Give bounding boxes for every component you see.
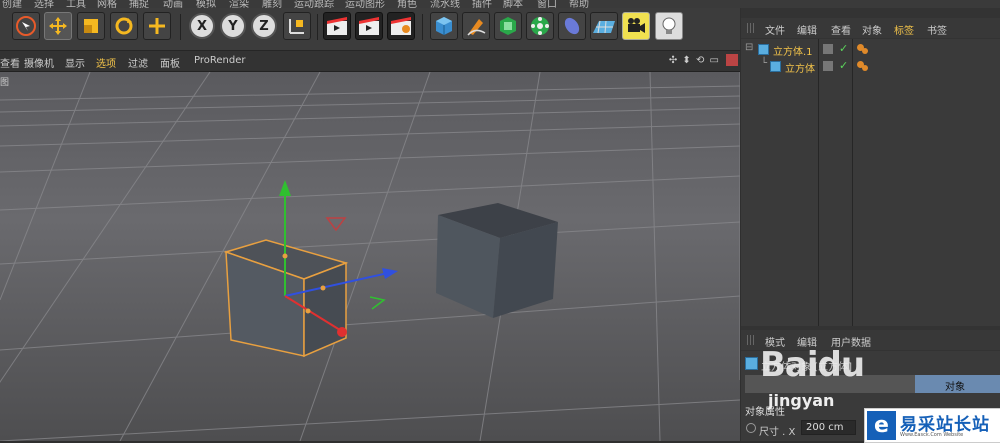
object-row-cube-1[interactable]: ⊟ 立方体.1 ✓ bbox=[741, 41, 1000, 58]
coordinate-system-icon[interactable] bbox=[283, 12, 311, 40]
object-manager-list: ⊟ 立方体.1 ✓ └ 立方体 ✓ bbox=[741, 39, 1000, 326]
tree-connector-icon: └ bbox=[761, 58, 768, 69]
transform-tool-icon[interactable] bbox=[143, 12, 171, 40]
object-name[interactable]: 立方体.1 bbox=[773, 43, 813, 58]
enabled-check-icon[interactable]: ✓ bbox=[839, 59, 848, 72]
site-url: Www.Easck.Com Website bbox=[900, 432, 964, 438]
panel-grip-icon[interactable] bbox=[747, 23, 755, 33]
vp-menu-options[interactable]: 选项 bbox=[96, 55, 116, 70]
main-menubar: 创建 选择 工具 网格 捕捉 动画 模拟 渲染 雕刻 运动跟踪 运动图形 角色 … bbox=[0, 0, 1000, 8]
cube-object-icon bbox=[770, 61, 781, 72]
x-axis-lock-button[interactable]: X bbox=[189, 13, 215, 39]
menu-select[interactable]: 选择 bbox=[34, 0, 54, 8]
menu-script[interactable]: 脚本 bbox=[503, 0, 523, 8]
vp-menu-panel[interactable]: 面板 bbox=[160, 55, 180, 70]
vp-menu-filter[interactable]: 过滤 bbox=[128, 55, 148, 70]
om-menu-tags[interactable]: 标签 bbox=[894, 22, 914, 37]
viewport-scene bbox=[0, 72, 740, 441]
cube-object-icon[interactable] bbox=[430, 12, 458, 40]
baidu-jingyan-watermark: jingyan bbox=[768, 391, 835, 410]
vp-menu-view[interactable]: 查看 bbox=[0, 55, 20, 70]
size-radio[interactable] bbox=[746, 423, 756, 433]
undo-icon[interactable] bbox=[12, 12, 40, 40]
main-toolbar: X Y Z bbox=[0, 8, 740, 51]
om-menu-view[interactable]: 查看 bbox=[831, 22, 851, 37]
menu-mograph[interactable]: 运动图形 bbox=[345, 0, 385, 8]
object-name[interactable]: 立方体 bbox=[785, 60, 815, 75]
vp-menu-cameras[interactable]: 摄像机 bbox=[24, 55, 54, 70]
viewport-maximize-icon[interactable] bbox=[726, 54, 738, 66]
perspective-viewport[interactable]: 图 bbox=[0, 72, 740, 441]
object-row-cube[interactable]: └ 立方体 ✓ bbox=[741, 58, 1000, 75]
floor-grid bbox=[0, 72, 740, 441]
move-tool-icon[interactable] bbox=[44, 12, 72, 40]
menu-plugins[interactable]: 插件 bbox=[472, 0, 492, 8]
render-view-icon[interactable] bbox=[323, 12, 351, 40]
subdivision-surface-icon[interactable] bbox=[494, 12, 522, 40]
viewport-navigation-icons[interactable]: ✣ ⬍ ⟲ ▭ bbox=[669, 55, 720, 66]
menu-snap[interactable]: 捕捉 bbox=[129, 0, 149, 8]
floor-object-icon[interactable] bbox=[590, 12, 618, 40]
menu-simulate[interactable]: 模拟 bbox=[196, 0, 216, 8]
size-x-field[interactable]: 200 cm bbox=[801, 420, 856, 435]
render-to-picture-viewer-icon[interactable] bbox=[355, 12, 383, 40]
site-logo-icon: e bbox=[867, 411, 896, 440]
collapse-icon[interactable]: ⊟ bbox=[745, 42, 753, 53]
camera-object-icon[interactable] bbox=[622, 12, 650, 40]
y-axis-lock-button[interactable]: Y bbox=[220, 13, 246, 39]
spline-pen-icon[interactable] bbox=[462, 12, 490, 40]
om-menu-bookmarks[interactable]: 书签 bbox=[927, 22, 947, 37]
cube-object-icon bbox=[758, 44, 769, 55]
om-menu-objects[interactable]: 对象 bbox=[862, 22, 882, 37]
om-menu-edit[interactable]: 编辑 bbox=[797, 22, 817, 37]
enabled-check-icon[interactable]: ✓ bbox=[839, 42, 848, 55]
size-x-label: 尺寸 . X bbox=[759, 427, 796, 438]
scale-tool-icon[interactable] bbox=[77, 12, 105, 40]
cube-2[interactable] bbox=[436, 203, 558, 318]
menu-render[interactable]: 渲染 bbox=[229, 0, 249, 8]
menu-create[interactable]: 创建 bbox=[2, 0, 22, 8]
viewport-menubar: 查看 摄像机 显示 选项 过滤 面板 ProRender ✣ ⬍ ⟲ ▭ bbox=[0, 51, 740, 72]
menu-help[interactable]: 帮助 bbox=[569, 0, 589, 8]
site-logo-watermark: e 易采站长站 Www.Easck.Com Website bbox=[864, 408, 1000, 443]
menu-animate[interactable]: 动画 bbox=[163, 0, 183, 8]
z-axis-lock-button[interactable]: Z bbox=[251, 13, 277, 39]
menu-motion-tracking[interactable]: 运动跟踪 bbox=[294, 0, 334, 8]
object-manager-menubar: 文件 编辑 查看 对象 标签 书签 bbox=[741, 18, 1000, 38]
menu-window[interactable]: 窗口 bbox=[537, 0, 557, 8]
menu-tools[interactable]: 工具 bbox=[66, 0, 86, 8]
cloner-icon[interactable] bbox=[526, 12, 554, 40]
deformer-icon[interactable] bbox=[558, 12, 586, 40]
menu-sculpt[interactable]: 雕刻 bbox=[262, 0, 282, 8]
cube-object-icon bbox=[745, 357, 758, 370]
vp-menu-prorender[interactable]: ProRender bbox=[194, 55, 245, 66]
vp-menu-display[interactable]: 显示 bbox=[65, 55, 85, 70]
render-settings-icon[interactable] bbox=[387, 12, 415, 40]
om-menu-file[interactable]: 文件 bbox=[765, 22, 785, 37]
visibility-toggle-icon[interactable] bbox=[823, 44, 833, 54]
visibility-toggle-icon[interactable] bbox=[823, 61, 833, 71]
light-object-icon[interactable] bbox=[655, 12, 683, 40]
menu-character[interactable]: 角色 bbox=[397, 0, 417, 8]
menu-mesh[interactable]: 网格 bbox=[97, 0, 117, 8]
panel-grip-icon[interactable] bbox=[747, 335, 755, 345]
rotate-tool-icon[interactable] bbox=[110, 12, 138, 40]
menu-pipeline[interactable]: 流水线 bbox=[430, 0, 460, 8]
